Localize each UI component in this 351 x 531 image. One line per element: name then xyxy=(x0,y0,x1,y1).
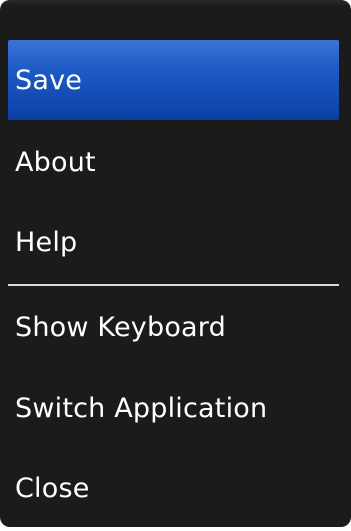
menu-item-label: Save xyxy=(15,64,83,96)
menu-divider xyxy=(8,284,339,286)
menu-item-help[interactable]: Help xyxy=(8,202,339,282)
menu-item-label: About xyxy=(15,146,96,178)
menu-item-about[interactable]: About xyxy=(8,122,339,202)
menu-item-label: Help xyxy=(15,226,78,258)
menu-item-show-keyboard[interactable]: Show Keyboard xyxy=(8,287,339,367)
menu-top-edge xyxy=(0,0,351,6)
context-menu: Save About Help Show Keyboard Switch App… xyxy=(0,0,351,527)
menu-item-label: Close xyxy=(15,472,90,504)
menu-item-close[interactable]: Close xyxy=(8,448,339,527)
menu-item-switch-application[interactable]: Switch Application xyxy=(8,368,339,448)
menu-item-save[interactable]: Save xyxy=(8,40,339,120)
menu-item-label: Switch Application xyxy=(15,392,268,424)
menu-item-label: Show Keyboard xyxy=(15,311,226,343)
